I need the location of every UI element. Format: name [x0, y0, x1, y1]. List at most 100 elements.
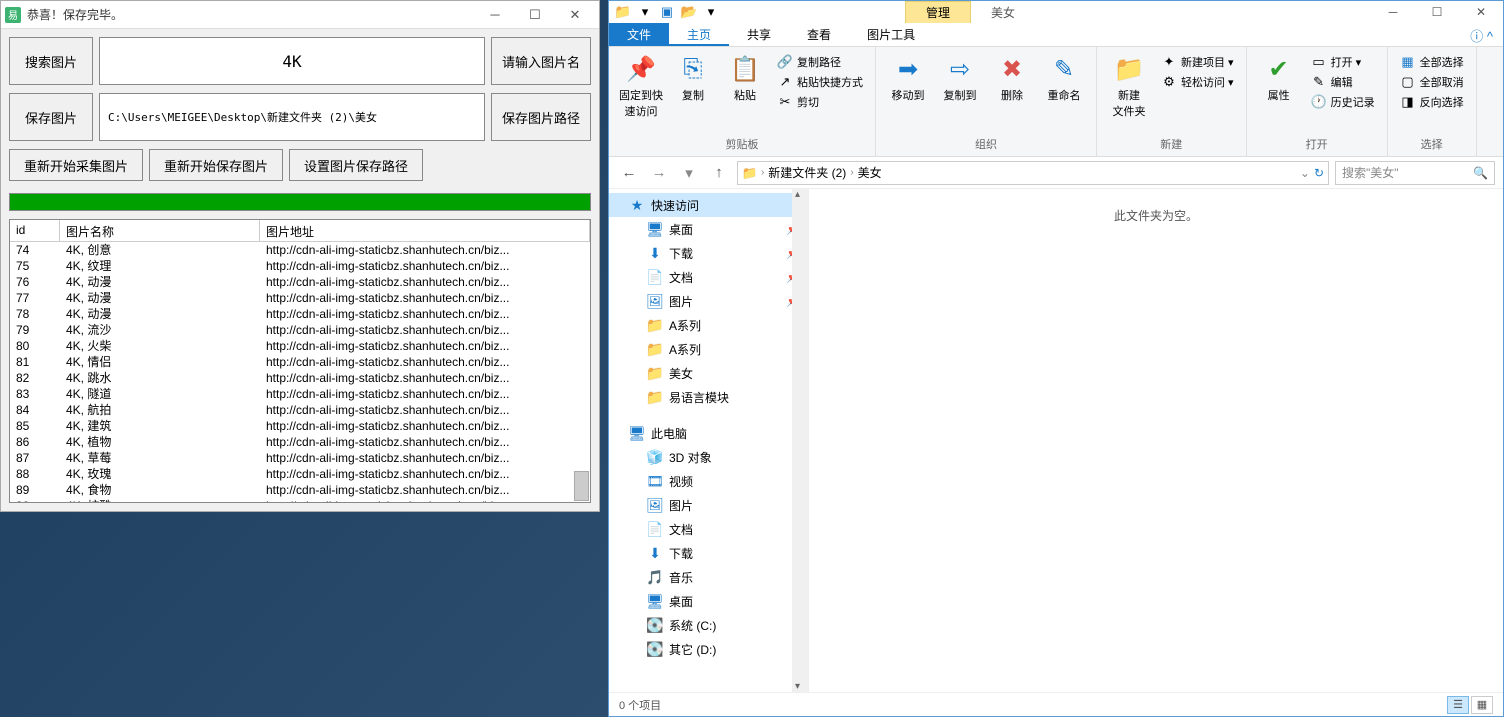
- table-row[interactable]: 844K, 航拍http://cdn-ali-img-staticbz.shan…: [10, 402, 590, 418]
- nav-up-button[interactable]: ↑: [707, 161, 731, 185]
- view-details-button[interactable]: ☰: [1447, 696, 1469, 714]
- tree-item[interactable]: ⬇下载📌: [609, 241, 808, 265]
- select-all-button[interactable]: ▦全部选择: [1396, 53, 1468, 71]
- table-row[interactable]: 824K, 跳水http://cdn-ali-img-staticbz.shan…: [10, 370, 590, 386]
- invert-selection-button[interactable]: ◨反向选择: [1396, 93, 1468, 111]
- tree-item[interactable]: 🎵音乐: [609, 565, 808, 589]
- nav-forward-button[interactable]: →: [647, 161, 671, 185]
- scrollbar-thumb[interactable]: [574, 471, 589, 501]
- exp-minimize-button[interactable]: ─: [1371, 1, 1415, 23]
- tab-home[interactable]: 主页: [669, 23, 729, 46]
- tree-thispc[interactable]: 🖥此电脑: [609, 421, 808, 445]
- table-row[interactable]: 804K, 火柴http://cdn-ali-img-staticbz.shan…: [10, 338, 590, 354]
- paste-button[interactable]: 📋粘贴: [721, 51, 769, 105]
- tab-share[interactable]: 共享: [729, 23, 789, 46]
- table-row[interactable]: 744K, 创意http://cdn-ali-img-staticbz.shan…: [10, 242, 590, 258]
- table-row[interactable]: 814K, 情侣http://cdn-ali-img-staticbz.shan…: [10, 354, 590, 370]
- cut-button[interactable]: ✂剪切: [773, 93, 867, 111]
- table-row[interactable]: 874K, 草莓http://cdn-ali-img-staticbz.shan…: [10, 450, 590, 466]
- new-folder-button[interactable]: 📁新建 文件夹: [1105, 51, 1153, 121]
- restart-collect-button[interactable]: 重新开始采集图片: [9, 149, 143, 181]
- tree-quickaccess[interactable]: ★快速访问: [609, 193, 808, 217]
- table-row[interactable]: 884K, 玫瑰http://cdn-ali-img-staticbz.shan…: [10, 466, 590, 482]
- tree-item[interactable]: 🖥桌面📌: [609, 217, 808, 241]
- paste-shortcut-button[interactable]: ↗粘贴快捷方式: [773, 73, 867, 91]
- nav-back-button[interactable]: ←: [617, 161, 641, 185]
- save-path-button[interactable]: 保存图片路径: [491, 93, 591, 141]
- qat-open-icon[interactable]: 📂: [679, 2, 699, 22]
- table-row[interactable]: 904K, 炫酷http://cdn-ali-img-staticbz.shan…: [10, 498, 590, 502]
- tab-view[interactable]: 查看: [789, 23, 849, 46]
- image-name-button[interactable]: 请输入图片名: [491, 37, 591, 85]
- addr-dropdown-icon[interactable]: ⌄: [1300, 166, 1310, 180]
- table-row[interactable]: 864K, 植物http://cdn-ali-img-staticbz.shan…: [10, 434, 590, 450]
- tree-item[interactable]: 💽系统 (C:): [609, 613, 808, 637]
- tree-item[interactable]: 📁易语言模块: [609, 385, 808, 409]
- history-button[interactable]: 🕐历史记录: [1307, 93, 1379, 111]
- keyword-input[interactable]: [99, 37, 485, 85]
- exp-close-button[interactable]: ✕: [1459, 1, 1503, 23]
- tree-item[interactable]: 🖥桌面: [609, 589, 808, 613]
- tree-item[interactable]: 📄文档📌: [609, 265, 808, 289]
- table-row[interactable]: 764K, 动漫http://cdn-ali-img-staticbz.shan…: [10, 274, 590, 290]
- set-save-path-button[interactable]: 设置图片保存路径: [289, 149, 423, 181]
- open-button[interactable]: ▭打开 ▾: [1307, 53, 1379, 71]
- move-to-button[interactable]: ➡移动到: [884, 51, 932, 105]
- properties-button[interactable]: ✔属性: [1255, 51, 1303, 105]
- save-image-button[interactable]: 保存图片: [9, 93, 93, 141]
- maximize-button[interactable]: ☐: [515, 3, 555, 27]
- tree-item[interactable]: 📁A系列: [609, 337, 808, 361]
- close-button[interactable]: ✕: [555, 3, 595, 27]
- pin-quickaccess-button[interactable]: 📌固定到快 速访问: [617, 51, 665, 121]
- table-row[interactable]: 784K, 动漫http://cdn-ali-img-staticbz.shan…: [10, 306, 590, 322]
- select-none-button[interactable]: ▢全部取消: [1396, 73, 1468, 91]
- qat-customize-icon[interactable]: ▾: [701, 2, 721, 22]
- tree-item[interactable]: 💽其它 (D:): [609, 637, 808, 661]
- col-name[interactable]: 图片名称: [60, 220, 260, 241]
- ribbon-collapse-icon[interactable]: ⓘ ^: [1460, 23, 1503, 46]
- col-url[interactable]: 图片地址: [260, 220, 590, 241]
- tree-item[interactable]: 📁A系列: [609, 313, 808, 337]
- contextual-tab-manage[interactable]: 管理: [905, 1, 971, 23]
- copy-button[interactable]: ⎘复制: [669, 51, 717, 105]
- col-id[interactable]: id: [10, 220, 60, 241]
- copy-to-button[interactable]: ⇨复制到: [936, 51, 984, 105]
- tree-item[interactable]: ⬇下载: [609, 541, 808, 565]
- qat-properties-icon[interactable]: ▣: [657, 2, 677, 22]
- copy-path-button[interactable]: 🔗复制路径: [773, 53, 867, 71]
- refresh-icon[interactable]: ↻: [1314, 166, 1324, 180]
- table-row[interactable]: 834K, 隧道http://cdn-ali-img-staticbz.shan…: [10, 386, 590, 402]
- tree-item[interactable]: 🧊3D 对象: [609, 445, 808, 469]
- exp-maximize-button[interactable]: ☐: [1415, 1, 1459, 23]
- address-bar[interactable]: 📁 › 新建文件夹 (2) › 美女 ⌄ ↻: [737, 161, 1329, 185]
- table-row[interactable]: 754K, 纹理http://cdn-ali-img-staticbz.shan…: [10, 258, 590, 274]
- edit-button[interactable]: ✎编辑: [1307, 73, 1379, 91]
- search-image-button[interactable]: 搜索图片: [9, 37, 93, 85]
- tree-item[interactable]: 📄文档: [609, 517, 808, 541]
- delete-button[interactable]: ✖删除: [988, 51, 1036, 105]
- easy-access-button[interactable]: ⚙轻松访问 ▾: [1157, 73, 1238, 91]
- tree-scrollbar[interactable]: [792, 189, 808, 692]
- qat-dropdown-icon[interactable]: ▾: [635, 2, 655, 22]
- breadcrumb-item[interactable]: 新建文件夹 (2): [768, 164, 846, 181]
- save-path-input[interactable]: [99, 93, 485, 141]
- search-box[interactable]: 搜索"美女" 🔍: [1335, 161, 1495, 185]
- tree-item[interactable]: 🎞视频: [609, 469, 808, 493]
- tab-picture-tools[interactable]: 图片工具: [849, 23, 933, 46]
- table-row[interactable]: 794K, 流沙http://cdn-ali-img-staticbz.shan…: [10, 322, 590, 338]
- table-row[interactable]: 854K, 建筑http://cdn-ali-img-staticbz.shan…: [10, 418, 590, 434]
- tree-item[interactable]: 🖼图片: [609, 493, 808, 517]
- rename-button[interactable]: ✎重命名: [1040, 51, 1088, 105]
- view-icons-button[interactable]: ▦: [1471, 696, 1493, 714]
- content-pane[interactable]: 此文件夹为空。: [809, 189, 1503, 692]
- tree-item[interactable]: 📁美女: [609, 361, 808, 385]
- new-item-button[interactable]: ✦新建项目 ▾: [1157, 53, 1238, 71]
- breadcrumb-item[interactable]: 美女: [858, 164, 882, 181]
- table-row[interactable]: 774K, 动漫http://cdn-ali-img-staticbz.shan…: [10, 290, 590, 306]
- restart-save-button[interactable]: 重新开始保存图片: [149, 149, 283, 181]
- minimize-button[interactable]: ─: [475, 3, 515, 27]
- tab-file[interactable]: 文件: [609, 23, 669, 46]
- nav-recent-button[interactable]: ▾: [677, 161, 701, 185]
- tree-item[interactable]: 🖼图片📌: [609, 289, 808, 313]
- table-row[interactable]: 894K, 食物http://cdn-ali-img-staticbz.shan…: [10, 482, 590, 498]
